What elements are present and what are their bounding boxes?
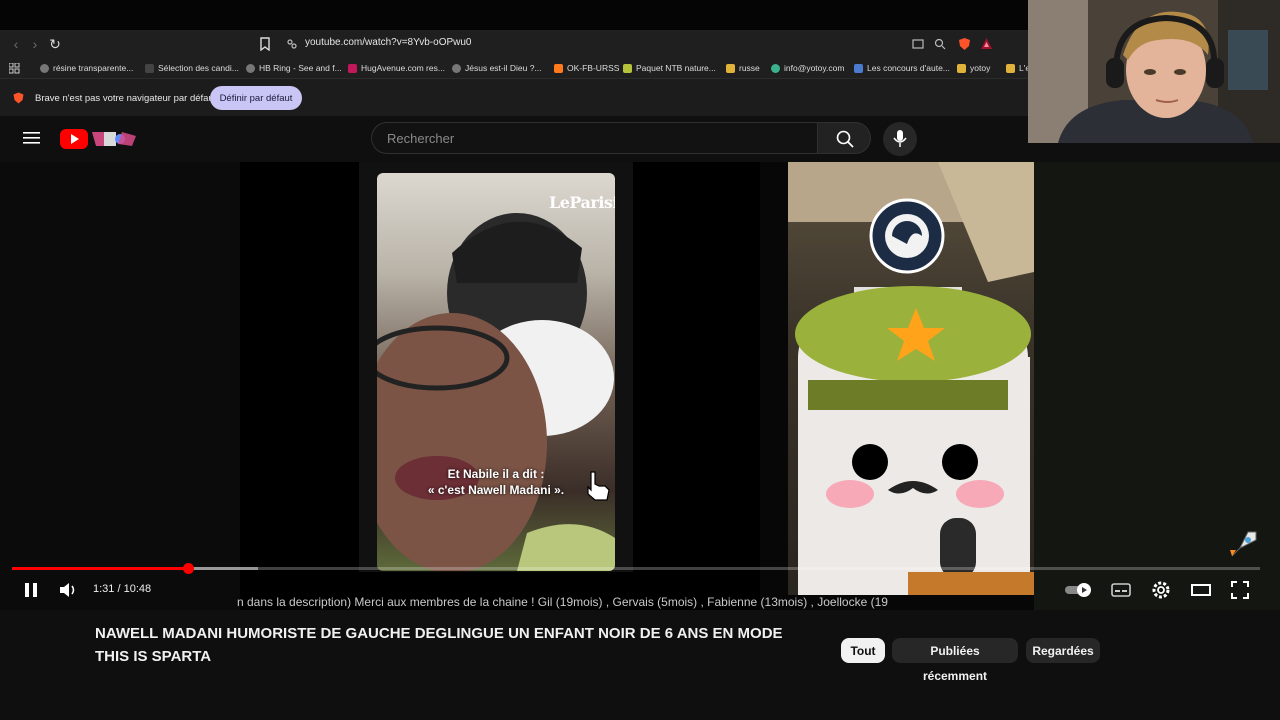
theater-mode-icon[interactable] <box>1191 583 1211 597</box>
rocket-icon[interactable] <box>1226 528 1260 562</box>
folder-icon <box>726 63 735 73</box>
bookmark-item[interactable]: info@yotoy.com <box>771 60 844 76</box>
address-bar-row <box>0 30 1030 58</box>
fullscreen-icon[interactable] <box>1231 581 1249 599</box>
zoom-icon[interactable] <box>934 38 946 50</box>
globe-icon <box>40 63 49 73</box>
set-default-button[interactable]: Définir par défaut <box>210 86 302 110</box>
scrolling-ticker: n dans la description) Merci aux membres… <box>237 595 888 609</box>
bookmark-item[interactable]: yotoy <box>957 60 990 76</box>
reload-icon[interactable]: ↻ <box>47 36 63 52</box>
mascot-clip <box>788 162 1034 595</box>
mouse-cursor-icon <box>587 471 610 501</box>
webcam-overlay <box>1028 0 1280 143</box>
bookmark-item[interactable]: HB Ring - See and f... <box>246 60 342 76</box>
chip-watched[interactable]: Regardées <box>1026 638 1100 663</box>
time-display: 1:31 / 10:48 <box>93 583 152 595</box>
chip-recent[interactable]: Publiées récemment <box>892 638 1018 683</box>
search-box <box>371 122 818 154</box>
contest-icon <box>854 63 863 73</box>
infobar-message: Brave n'est pas votre navigateur par déf… <box>35 93 217 104</box>
bookmark-item[interactable]: Sélection des candi... <box>145 60 239 76</box>
volume-icon[interactable] <box>59 581 79 599</box>
search-button[interactable] <box>817 122 871 154</box>
mail-icon <box>771 63 780 73</box>
folder-icon <box>1006 63 1015 73</box>
mascot-character-image <box>788 162 1034 595</box>
video-player[interactable]: LeParisien Et Nabile il a dit : « c'est … <box>0 162 1280 610</box>
video-caption: Et Nabile il a dit : « c'est Nawell Mada… <box>407 466 585 498</box>
bookmark-item[interactable]: russe <box>726 60 760 76</box>
leaf-icon <box>623 63 632 73</box>
forward-icon[interactable]: › <box>27 36 43 52</box>
video-left-panel <box>0 162 240 610</box>
brave-rewards-icon[interactable] <box>980 37 993 50</box>
pause-icon[interactable] <box>23 582 39 598</box>
bookmark-item[interactable]: résine transparente... <box>40 60 133 76</box>
globe-icon <box>246 63 255 73</box>
ok-icon <box>554 63 563 73</box>
bookmark-item[interactable]: Paquet NTB nature... <box>623 60 716 76</box>
brave-logo-icon <box>13 92 24 104</box>
settings-gear-icon[interactable] <box>1151 580 1171 600</box>
subtitles-icon[interactable] <box>1111 582 1131 598</box>
menu-icon[interactable] <box>23 131 40 145</box>
bookmark-icon[interactable] <box>259 37 271 51</box>
url-text[interactable]: youtube.com/watch?v=8Yvb-oOPwu0 <box>305 37 471 48</box>
back-icon[interactable]: ‹ <box>8 36 24 52</box>
webcam-person-image <box>1028 0 1280 143</box>
caption-line: « c'est Nawell Madani ». <box>427 483 565 497</box>
progress-played <box>12 567 188 570</box>
interview-scene-image <box>377 213 615 571</box>
page-icon <box>145 63 154 73</box>
youtube-logo-icon[interactable] <box>60 128 138 150</box>
globe-icon <box>452 63 461 73</box>
hugavenue-icon <box>348 63 357 73</box>
voice-search-button[interactable] <box>883 122 917 156</box>
le-parisien-logo: LeParisien <box>549 193 615 212</box>
bookmark-item[interactable]: OK-FB-URSS <box>554 60 619 76</box>
chip-all[interactable]: Tout <box>841 638 885 663</box>
bookmark-item[interactable]: HugAvenue.com res... <box>348 60 445 76</box>
bookmark-item[interactable]: Jésus est-il Dieu ?... <box>452 60 542 76</box>
search-input[interactable] <box>385 130 789 147</box>
brave-shields-icon[interactable] <box>958 37 971 51</box>
cast-icon[interactable] <box>912 38 924 50</box>
search-icon <box>836 130 854 148</box>
interview-clip: LeParisien Et Nabile il a dit : « c'est … <box>377 173 615 571</box>
site-settings-icon[interactable] <box>286 38 298 50</box>
autoplay-toggle-icon[interactable] <box>1064 582 1094 598</box>
video-title: NAWELL MADANI HUMORISTE DE GAUCHE DEGLIN… <box>95 625 783 665</box>
caption-line: Et Nabile il a dit : <box>447 467 545 481</box>
progress-scrubber[interactable] <box>183 563 194 574</box>
apps-grid-icon[interactable] <box>9 63 20 74</box>
folder-icon <box>957 63 966 73</box>
microphone-icon <box>893 130 907 147</box>
bookmark-item[interactable]: Les concours d'aute... <box>854 60 950 76</box>
